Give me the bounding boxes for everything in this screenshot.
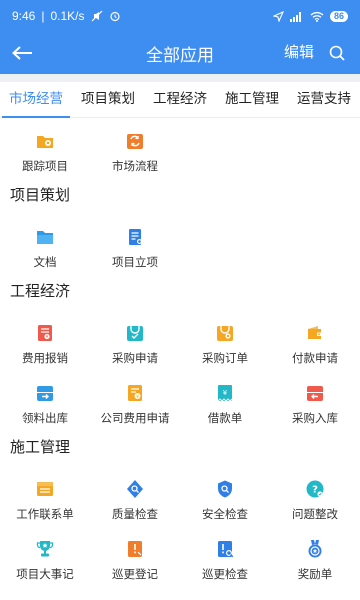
arrow-left-icon <box>12 46 32 60</box>
track-project-icon <box>35 131 55 151</box>
app-label: 安全检查 <box>202 509 248 521</box>
tab-economy[interactable]: 工程经济 <box>144 82 216 118</box>
tab-construction[interactable]: 施工管理 <box>216 82 288 118</box>
app-award[interactable]: 奖励单 <box>270 526 360 586</box>
battery-indicator: 86 <box>329 10 348 22</box>
app-purchase-order[interactable]: 采购订单 <box>180 310 270 370</box>
app-label: 项目立项 <box>112 257 158 269</box>
app-expense-claim[interactable]: ¥ 费用报销 <box>0 310 90 370</box>
app-loan[interactable]: ¥ 借款单 <box>180 370 270 430</box>
app-label: 质量检查 <box>112 509 158 521</box>
app-work-contact[interactable]: 工作联系单 <box>0 466 90 526</box>
app-market-process[interactable]: 市场流程 <box>90 118 180 178</box>
market-process-icon <box>125 131 145 151</box>
app-label: 付款申请 <box>292 353 338 365</box>
section-planning-grid: 文档 项目立项 <box>0 214 360 274</box>
app-purchase-in[interactable]: 采购入库 <box>270 370 360 430</box>
app-label: 费用报销 <box>22 353 68 365</box>
section-title-planning: 项目策划 <box>10 187 71 204</box>
app-label: 借款单 <box>207 413 243 425</box>
app-project-approval[interactable]: 项目立项 <box>90 214 180 274</box>
svg-text:¥: ¥ <box>136 394 139 400</box>
work-contact-icon <box>35 479 55 499</box>
company-expense-icon: ¥ <box>125 383 145 403</box>
app-purchase-request[interactable]: 采购申请 <box>90 310 180 370</box>
search-icon <box>329 45 345 61</box>
app-safety-check[interactable]: 安全检查 <box>180 466 270 526</box>
app-quality-check[interactable]: 质量检查 <box>90 466 180 526</box>
app-label: 文档 <box>33 257 57 269</box>
status-time: 9:46 <box>12 9 36 23</box>
project-approval-icon <box>125 227 145 247</box>
signal-icon <box>289 11 304 22</box>
section-title-construction: 施工管理 <box>10 439 71 456</box>
patrol-check-icon <box>215 539 235 559</box>
safety-check-icon <box>215 479 235 499</box>
app-label: 跟踪项目 <box>22 161 68 173</box>
app-label: 巡更检查 <box>202 569 248 581</box>
tab-operations[interactable]: 运营支持 <box>288 82 360 118</box>
mute-icon <box>91 10 103 22</box>
location-icon <box>272 10 284 22</box>
app-payment-request[interactable]: 付款申请 <box>270 310 360 370</box>
app-label: 采购入库 <box>292 413 338 425</box>
svg-text:?: ? <box>312 485 318 496</box>
app-material-out[interactable]: 领料出库 <box>0 370 90 430</box>
app-document[interactable]: 文档 <box>0 214 90 274</box>
app-label: 工作联系单 <box>16 509 74 521</box>
app-label: 问题整改 <box>292 509 338 521</box>
app-bar: 全部应用 编辑 <box>0 32 360 74</box>
section-title-economy: 工程经济 <box>10 283 71 300</box>
app-label: 奖励单 <box>297 569 333 581</box>
loan-icon: ¥ <box>215 383 235 403</box>
purchase-request-icon <box>125 323 145 343</box>
status-speed: 0.1K/s <box>50 9 85 23</box>
divider <box>0 74 360 82</box>
purchase-in-icon <box>305 383 325 403</box>
tab-market[interactable]: 市场经营 <box>0 82 72 118</box>
purchase-order-icon <box>215 323 235 343</box>
svg-text:¥: ¥ <box>223 389 228 397</box>
app-patrol-check[interactable]: 巡更检查 <box>180 526 270 586</box>
app-list: 跟踪项目 市场流程 项目策划 文档 项目立项 工程经济 ¥ 费用报销 采购申请 … <box>0 118 360 586</box>
wifi-icon <box>310 11 324 22</box>
app-company-expense[interactable]: ¥ 公司费用申请 <box>90 370 180 430</box>
app-label: 项目大事记 <box>16 569 74 581</box>
app-label: 领料出库 <box>22 413 68 425</box>
tab-planning[interactable]: 项目策划 <box>72 82 144 118</box>
app-track-project[interactable]: 跟踪项目 <box>0 118 90 178</box>
app-label: 巡更登记 <box>112 569 158 581</box>
material-out-icon <box>35 383 55 403</box>
award-icon <box>305 539 325 559</box>
edit-button[interactable]: 编辑 <box>284 32 314 74</box>
svg-text:¥: ¥ <box>46 334 49 339</box>
app-patrol-register[interactable]: 巡更登记 <box>90 526 180 586</box>
section-construction-grid: 工作联系单 质量检查 安全检查 ? 问题整改 项目大事记 巡更登记 巡更检查 奖… <box>0 466 360 586</box>
status-bar: 9:46 | 0.1K/s 86 <box>0 0 360 32</box>
section-market-grid: 跟踪项目 市场流程 <box>0 118 360 178</box>
folder-icon <box>35 227 55 247</box>
section-economy-grid: ¥ 费用报销 采购申请 采购订单 付款申请 领料出库 ¥ 公司费用申请 ¥ 借款… <box>0 310 360 430</box>
app-issue-fix[interactable]: ? 问题整改 <box>270 466 360 526</box>
search-button[interactable] <box>322 32 352 74</box>
issue-fix-icon: ? <box>305 479 325 499</box>
payment-request-icon <box>305 323 325 343</box>
trophy-icon <box>35 539 55 559</box>
app-label: 公司费用申请 <box>100 413 170 425</box>
app-project-milestones[interactable]: 项目大事记 <box>0 526 90 586</box>
app-label: 采购订单 <box>202 353 248 365</box>
back-button[interactable] <box>2 32 42 74</box>
app-label: 采购申请 <box>112 353 158 365</box>
app-label: 市场流程 <box>112 161 158 173</box>
patrol-register-icon <box>125 539 145 559</box>
alarm-icon <box>109 10 121 22</box>
expense-claim-icon: ¥ <box>35 323 55 343</box>
category-tabs: 市场经营 项目策划 工程经济 施工管理 运营支持 <box>0 82 360 118</box>
quality-check-icon <box>125 479 145 499</box>
